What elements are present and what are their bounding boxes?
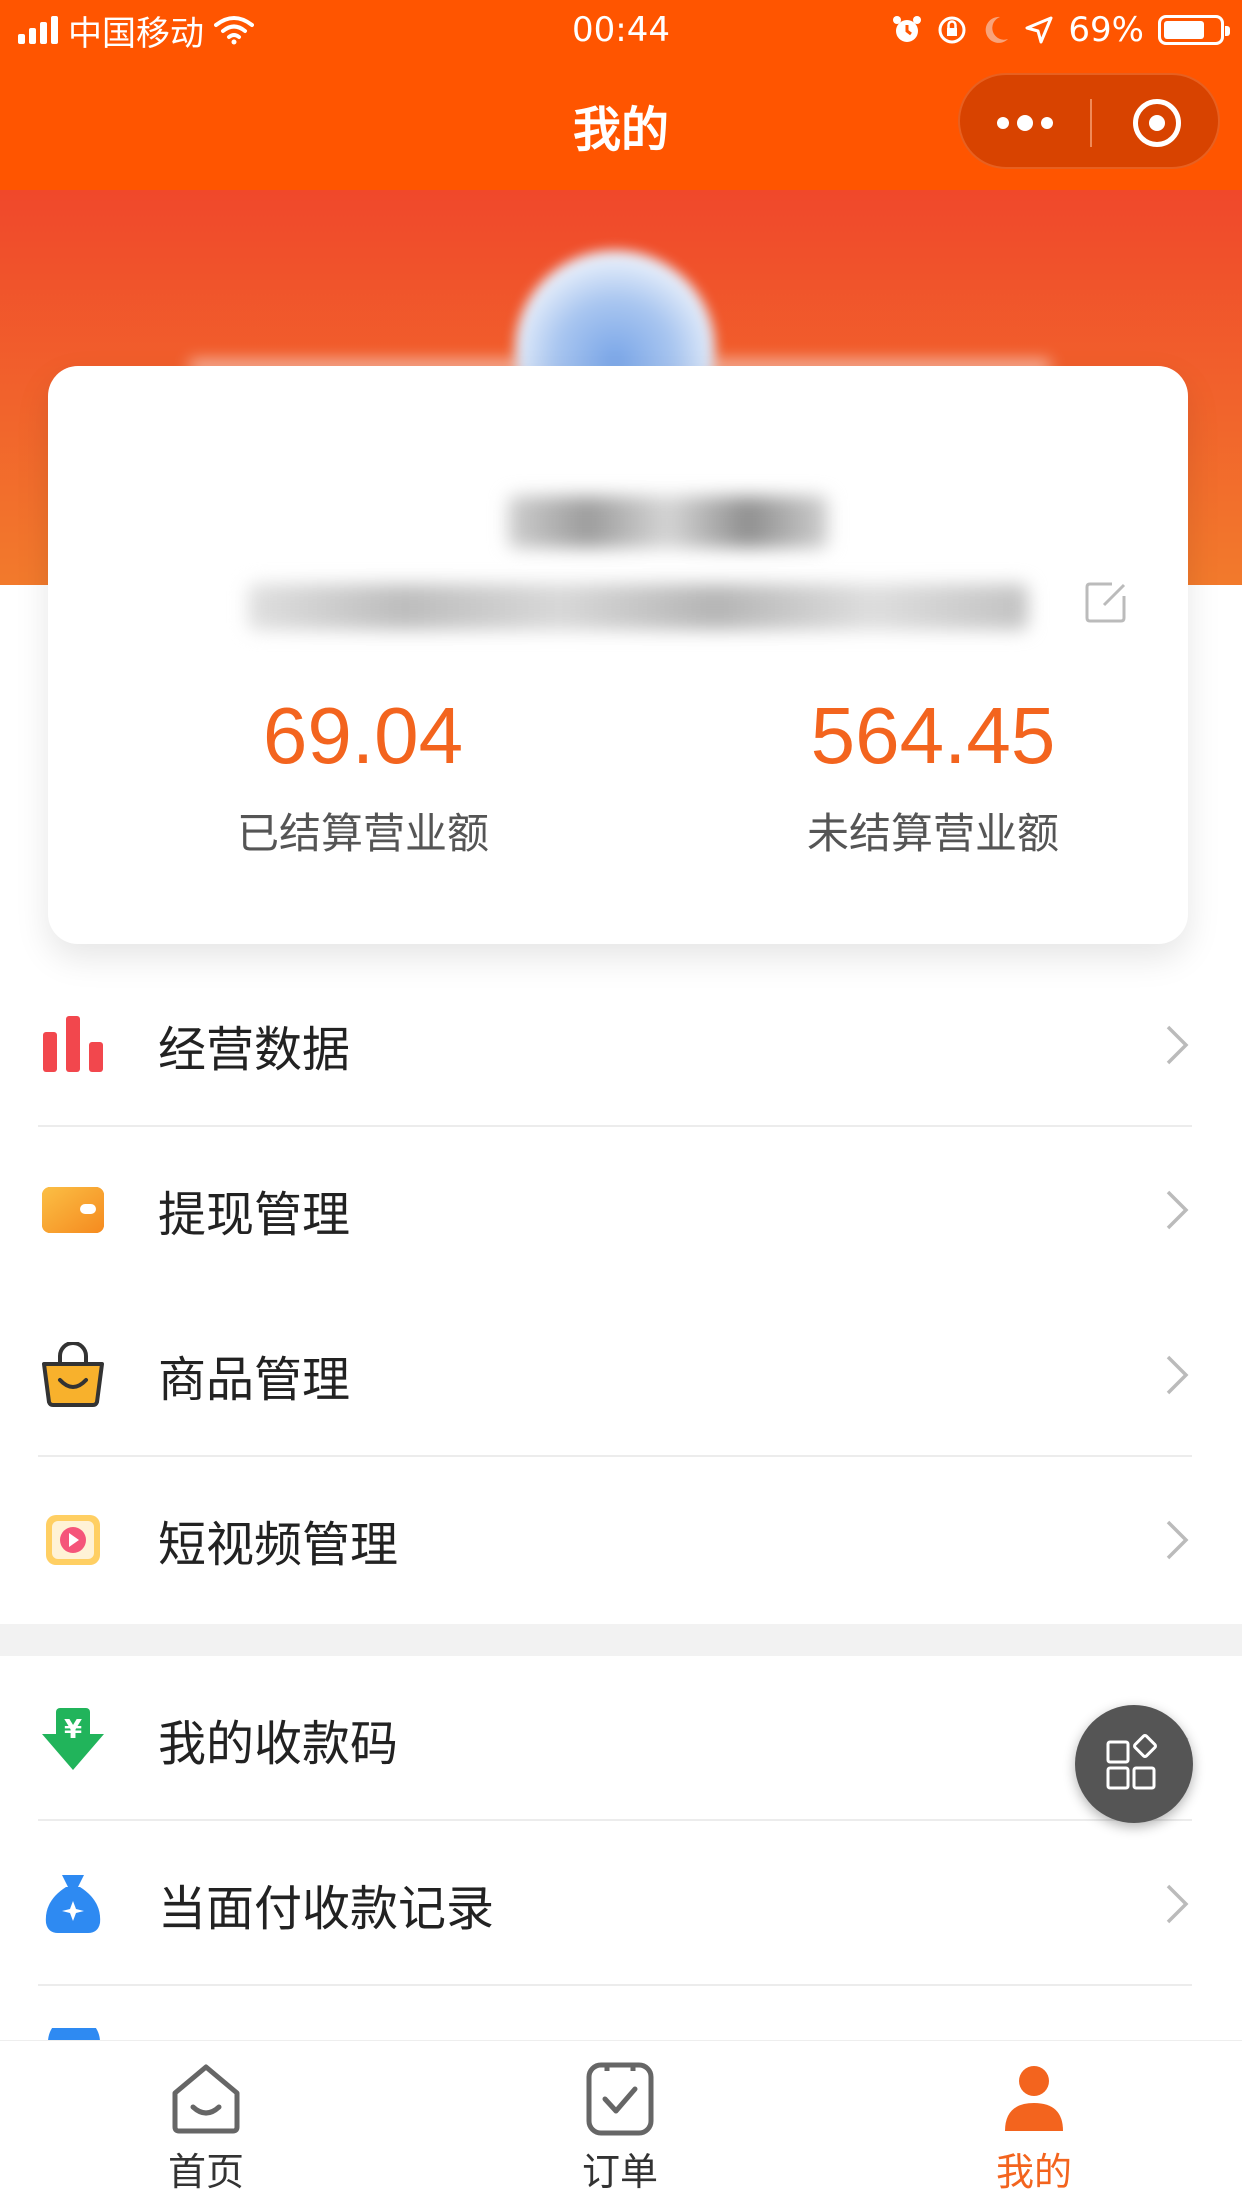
chevron-right-icon [1166, 1884, 1189, 1923]
profile-card: 69.04 已结算营业额 564.45 未结算营业额 [48, 366, 1188, 944]
tab-home[interactable]: 首页 [86, 2061, 326, 2201]
moon-icon [986, 16, 1009, 43]
edit-icon[interactable] [1082, 578, 1130, 626]
tab-label-mine: 我的 [995, 2150, 1072, 2194]
tab-bar: 首页 订单 我的 [0, 2040, 1242, 2208]
mini-program-capsule [958, 73, 1220, 169]
menu-item-short-video[interactable]: 短视频管理 [0, 1457, 1242, 1622]
status-bar: 中国移动 00:44 69% [0, 0, 1242, 60]
menu-item-withdraw[interactable]: 提现管理 [0, 1127, 1242, 1292]
tab-orders[interactable]: 订单 [500, 2061, 740, 2201]
chevron-right-icon [1166, 1025, 1189, 1064]
tab-label-orders: 订单 [581, 2150, 658, 2194]
close-circle-icon [1133, 99, 1181, 147]
video-icon [46, 1514, 100, 1565]
unsettled-revenue[interactable]: 564.45 未结算营业额 [693, 686, 1173, 861]
unsettled-revenue-value: 564.45 [810, 691, 1056, 780]
wallet-icon [42, 1186, 104, 1233]
floating-grid-button[interactable] [1075, 1705, 1193, 1823]
bar-chart-icon [43, 1015, 103, 1072]
battery-percent: 69% [1068, 10, 1144, 50]
menu-label-business-data: 经营数据 [158, 1021, 351, 1078]
yuan-download-icon: ¥ [42, 1707, 104, 1770]
menu-item-business-data[interactable]: 经营数据 [0, 962, 1242, 1127]
location-icon [1025, 16, 1053, 44]
user-icon [1005, 2066, 1063, 2131]
menu-item-payment-code[interactable]: ¥ 我的收款码 [0, 1656, 1242, 1821]
chevron-right-icon [1166, 1190, 1189, 1229]
battery-icon [1158, 15, 1230, 45]
menu-label-withdraw: 提现管理 [158, 1186, 351, 1243]
section-divider [0, 1624, 1242, 1656]
grid-icon [1106, 1734, 1157, 1790]
alarm-icon [893, 16, 922, 42]
menu-label-payment-code: 我的收款码 [158, 1715, 399, 1772]
money-bag-icon [45, 1874, 101, 1933]
store-name-blurred [508, 496, 828, 548]
svg-text:¥: ¥ [64, 1715, 82, 1745]
tab-label-home: 首页 [167, 2150, 244, 2194]
unsettled-revenue-label: 未结算营业额 [806, 809, 1059, 858]
settled-revenue-label: 已结算营业额 [236, 809, 489, 858]
shopping-bag-icon [42, 1341, 104, 1407]
settled-revenue[interactable]: 69.04 已结算营业额 [123, 686, 603, 861]
rotation-lock-icon [938, 16, 966, 44]
menu-label-short-video: 短视频管理 [158, 1516, 399, 1573]
home-icon [172, 2064, 240, 2134]
close-button[interactable] [1092, 75, 1222, 171]
chevron-right-icon [1166, 1355, 1189, 1394]
menu-label-products: 商品管理 [158, 1351, 351, 1408]
status-right: 69% [892, 10, 1230, 50]
menu-label-face-pay-records: 当面付收款记录 [158, 1880, 495, 1937]
chevron-right-icon [1166, 1520, 1189, 1559]
store-address-blurred [248, 584, 1028, 630]
menu-item-products[interactable]: 商品管理 [0, 1292, 1242, 1457]
nav-bar: 我的 [0, 60, 1242, 190]
settled-revenue-value: 69.04 [262, 691, 464, 780]
more-button[interactable] [960, 75, 1090, 171]
order-icon [586, 2062, 654, 2136]
tab-mine[interactable]: 我的 [914, 2061, 1154, 2201]
menu-separator [38, 1984, 1192, 1986]
menu-item-face-pay-records[interactable]: 当面付收款记录 [0, 1821, 1242, 1986]
